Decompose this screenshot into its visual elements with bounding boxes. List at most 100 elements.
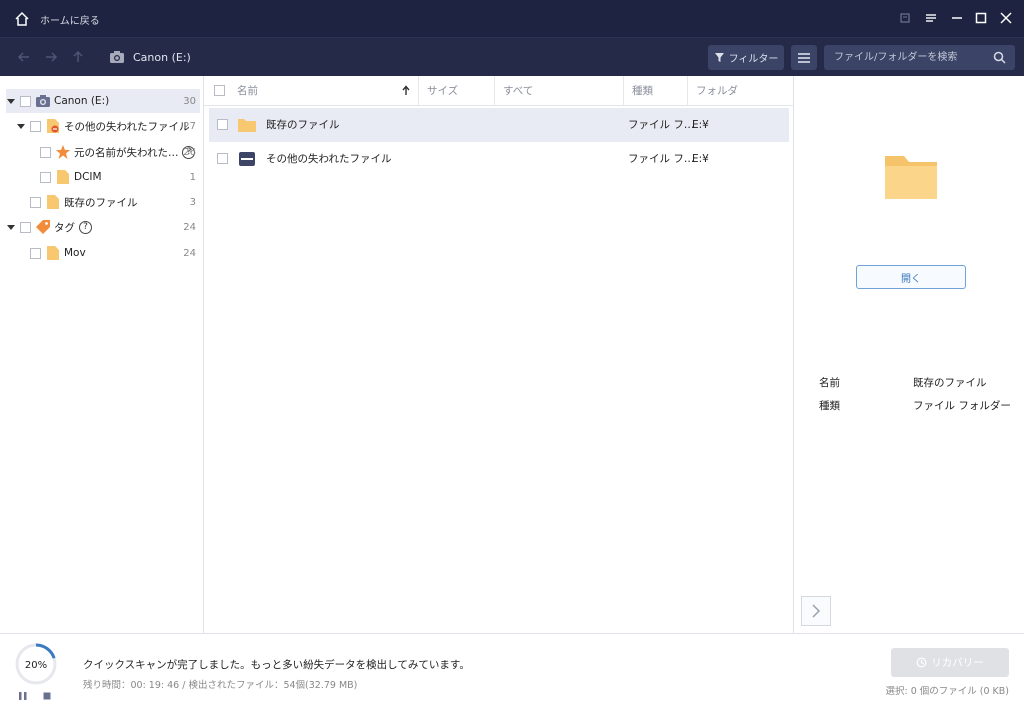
folder-icon: [57, 170, 69, 184]
star-icon: [56, 145, 70, 159]
column-folder[interactable]: フォルダ: [687, 76, 794, 106]
tree-checkbox[interactable]: [30, 196, 41, 208]
pause-icon[interactable]: [18, 691, 28, 701]
funnel-icon: [714, 53, 724, 62]
chevron-right-icon: [812, 604, 821, 618]
tree-item-count: 30: [183, 95, 196, 107]
camera-icon: [110, 51, 124, 63]
type-value: ファイル フォルダー: [913, 400, 1011, 412]
status-bar: 20% クイックスキャンが完了しました。もっと多い紛失データを検出してみています…: [0, 633, 1024, 707]
tree-item-dcim[interactable]: DCIM 1: [6, 165, 830, 258]
row-name: その他の失われたファイル: [266, 153, 392, 165]
list-view-icon: [798, 52, 810, 63]
scan-progress-ring: 20%: [15, 643, 57, 685]
tree-item-label: 既存のファイル: [64, 196, 138, 209]
tree-item-label: その他の失われたファイル: [64, 120, 190, 133]
sort-ascending-icon[interactable]: [401, 85, 411, 96]
feedback-icon[interactable]: [898, 11, 912, 25]
tag-icon: [36, 220, 50, 234]
title-bar: ホームに戻る: [0, 0, 1024, 37]
open-button[interactable]: 開く: [856, 265, 966, 289]
row-folder: E:¥: [692, 119, 709, 131]
row-name: 既存のファイル: [266, 119, 340, 131]
forward-arrow-icon[interactable]: [44, 50, 58, 64]
column-name[interactable]: 名前: [229, 76, 419, 106]
close-icon[interactable]: [999, 11, 1013, 25]
row-checkbox[interactable]: [217, 153, 228, 164]
selection-info: 選択: 0 個のファイル (0 KB): [885, 686, 1009, 697]
tree-item-existing-files[interactable]: 既存のファイル 3: [6, 190, 820, 283]
recover-label: リカバリー: [931, 657, 984, 669]
column-all[interactable]: すべて: [494, 76, 624, 106]
tree-item-label: タグ: [54, 221, 75, 234]
tree-item-label: Canon (E:): [54, 95, 110, 107]
back-arrow-icon[interactable]: [17, 50, 31, 64]
row-checkbox[interactable]: [217, 119, 228, 130]
tree-item-label: Mov: [64, 247, 86, 259]
folder-tree: Canon (E:) 30 その他の失われたファイル 27 元の名前が失われた……: [0, 76, 830, 633]
folder-icon: [47, 195, 59, 209]
tree-item-lost-files[interactable]: その他の失われたファイル 27: [6, 114, 200, 138]
tree-checkbox[interactable]: [20, 221, 31, 233]
tree-checkbox[interactable]: [40, 146, 51, 158]
tree-checkbox[interactable]: [30, 120, 41, 132]
folder-preview-icon: [885, 156, 937, 199]
column-type[interactable]: 種類: [623, 76, 687, 106]
tree-item-count: 1: [189, 171, 196, 183]
toolbar: Canon (E:) フィルター: [0, 37, 1024, 76]
tree-item-count: 24: [183, 247, 196, 259]
view-menu-button[interactable]: [791, 45, 817, 70]
folder-icon: [47, 246, 59, 260]
tree-item-mov[interactable]: Mov 24: [6, 241, 820, 334]
home-label[interactable]: ホームに戻る: [40, 12, 100, 27]
next-button[interactable]: [801, 596, 831, 626]
recover-icon: [916, 657, 927, 668]
breadcrumb[interactable]: Canon (E:): [133, 51, 191, 64]
row-folder: E:¥: [692, 153, 709, 165]
up-arrow-icon[interactable]: [71, 50, 85, 64]
row-type: ファイル フ…: [628, 119, 695, 131]
menu-lines-icon[interactable]: [924, 11, 938, 25]
table-row[interactable]: 既存のファイル ファイル フ… E:¥: [209, 108, 789, 142]
filter-label: フィルター: [728, 54, 779, 65]
search-box: [824, 45, 1015, 70]
maximize-icon[interactable]: [974, 11, 988, 25]
tree-checkbox[interactable]: [20, 95, 31, 107]
archive-folder-icon: [239, 152, 255, 166]
help-icon[interactable]: ?: [79, 220, 92, 234]
tree-item-canon[interactable]: Canon (E:) 30: [6, 89, 200, 113]
recover-button[interactable]: リカバリー: [891, 648, 1009, 677]
tree-checkbox[interactable]: [40, 171, 51, 183]
tree-item-unnamed[interactable]: 元の名前が失われた… ? 26: [6, 140, 830, 233]
tree-item-tags[interactable]: タグ ? 24: [6, 215, 200, 239]
tree-item-count: 24: [183, 221, 196, 233]
collapse-arrow-icon[interactable]: [16, 121, 26, 131]
type-key: 種類: [819, 400, 840, 412]
select-all-checkbox[interactable]: [214, 85, 225, 96]
folder-icon: [238, 119, 256, 132]
home-icon[interactable]: [13, 10, 31, 28]
name-value: 既存のファイル: [913, 377, 987, 389]
scan-status: クイックスキャンが完了しました。もっと多い紛失データを検出してみています。: [83, 659, 470, 671]
column-size[interactable]: サイズ: [418, 76, 494, 106]
tree-item-count: 3: [189, 196, 196, 208]
file-list: 名前 サイズ すべて 種類 フォルダ 既存のファイル ファイル フ… E:¥ そ…: [204, 76, 794, 633]
tree-item-count: 27: [183, 120, 196, 132]
filter-button[interactable]: フィルター: [708, 45, 784, 70]
progress-label: 20%: [25, 660, 47, 671]
name-key: 名前: [819, 377, 840, 389]
tree-checkbox[interactable]: [30, 247, 41, 259]
table-row[interactable]: その他の失われたファイル ファイル フ… E:¥: [209, 142, 789, 176]
collapse-arrow-icon[interactable]: [6, 96, 16, 106]
stop-icon[interactable]: [42, 691, 52, 701]
tree-item-label: 元の名前が失われた…: [74, 146, 179, 159]
details-panel: 開く 名前 既存のファイル 種類 ファイル フォルダー: [794, 76, 1024, 633]
tree-item-count: 26: [183, 146, 196, 158]
tree-item-label: DCIM: [74, 171, 102, 183]
search-icon[interactable]: [993, 51, 1006, 64]
camera-icon: [36, 95, 50, 107]
search-input[interactable]: [834, 49, 984, 66]
minimize-icon[interactable]: [950, 11, 964, 25]
table-header: 名前 サイズ すべて 種類 フォルダ: [204, 76, 794, 106]
collapse-arrow-icon[interactable]: [6, 222, 16, 232]
